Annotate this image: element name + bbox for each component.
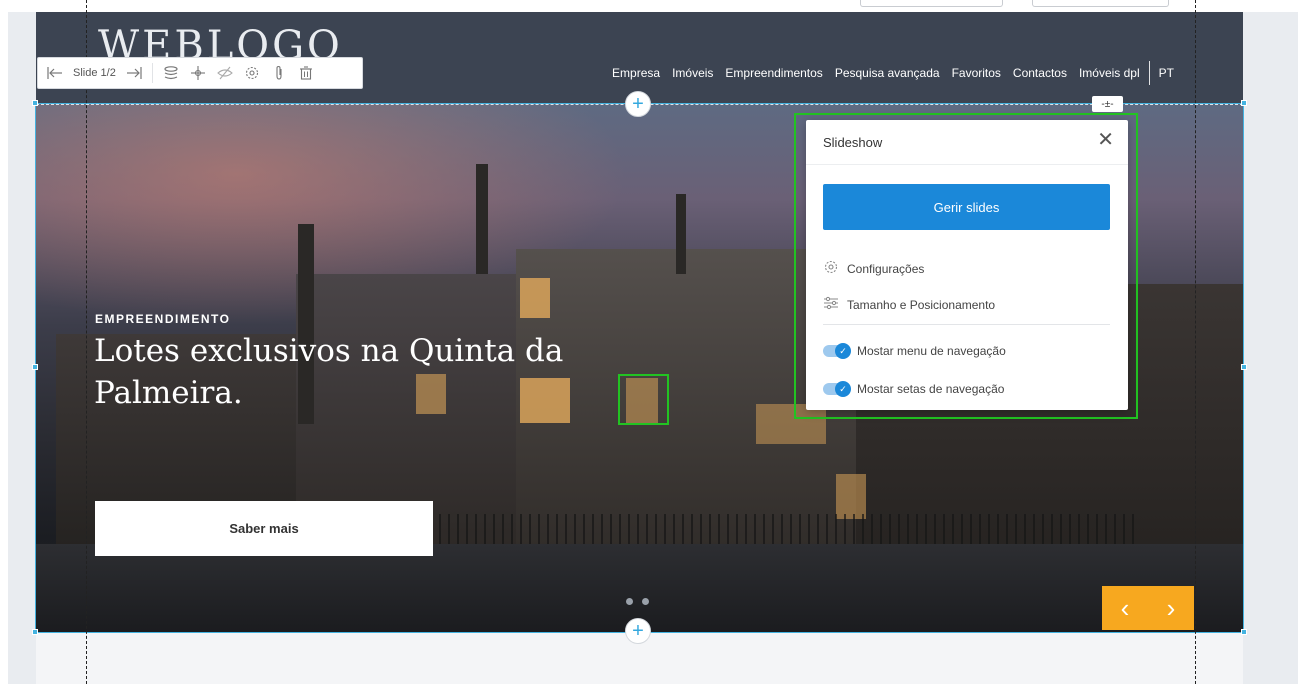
height-adjust-button[interactable]: -±- [1092, 96, 1123, 112]
check-icon: ✓ [835, 343, 851, 359]
panel-divider [823, 324, 1110, 325]
tamanho-posicionamento-label: Tamanho e Posicionamento [847, 297, 996, 312]
editor-field-2[interactable] [1032, 0, 1169, 7]
trash-icon[interactable] [297, 64, 315, 82]
nav-item-imoveis[interactable]: Imóveis [672, 66, 713, 80]
configuracoes-option[interactable]: Configurações [823, 259, 924, 278]
resize-handle[interactable] [1241, 100, 1247, 106]
nav-item-contactos[interactable]: Contactos [1013, 66, 1067, 80]
resize-handle[interactable] [1241, 629, 1247, 635]
slide-arrows: ‹ › [1102, 586, 1194, 630]
next-slide-button[interactable]: › [1167, 593, 1176, 624]
highlight-box-small [618, 374, 669, 425]
resize-handle[interactable] [1241, 364, 1247, 370]
nav-item-imoveis-dpl[interactable]: Imóveis dpl [1079, 66, 1140, 80]
arrows-navigation-toggle[interactable]: ✓ [823, 381, 851, 397]
tamanho-posicionamento-option[interactable]: Tamanho e Posicionamento [823, 295, 995, 314]
arrow-left-icon[interactable] [46, 64, 64, 82]
move-icon[interactable] [189, 64, 207, 82]
prev-slide-button[interactable]: ‹ [1121, 593, 1130, 624]
language-selector[interactable]: PT [1159, 66, 1174, 80]
toggle-row-menu: ✓ Mostar menu de navegação [823, 343, 1006, 359]
slide-counter: Slide 1/2 [73, 67, 116, 79]
resize-handle[interactable] [32, 629, 38, 635]
close-icon[interactable]: ✕ [1097, 130, 1114, 150]
palm-tree [676, 194, 686, 274]
hero-eyebrow: EMPREENDIMENTO [95, 312, 231, 326]
gerir-slides-button[interactable]: Gerir slides [823, 184, 1110, 230]
sliders-icon [823, 295, 839, 314]
pagination-dot[interactable] [626, 598, 633, 605]
column-guide [86, 0, 87, 684]
editor-field-1[interactable] [860, 0, 1003, 7]
panel-divider [806, 164, 1128, 165]
arrows-navigation-label: Mostar setas de navegação [857, 382, 1005, 396]
lit-window [520, 278, 550, 318]
toggle-row-arrows: ✓ Mostar setas de navegação [823, 381, 1005, 397]
slideshow-panel: Slideshow ✕ Gerir slides Configurações T… [806, 120, 1128, 410]
main-nav: Empresa Imóveis Empreendimentos Pesquisa… [612, 61, 1174, 85]
toolbar-separator [151, 63, 153, 83]
nav-item-favoritos[interactable]: Favoritos [952, 66, 1001, 80]
configuracoes-label: Configurações [847, 261, 925, 276]
lit-window [836, 474, 866, 519]
slide-toolbar: Slide 1/2 [37, 57, 363, 89]
slide-pagination [626, 598, 649, 605]
gear-icon [823, 259, 839, 278]
add-section-button[interactable]: + [625, 91, 651, 117]
add-section-button[interactable]: + [625, 618, 651, 644]
attachment-icon[interactable] [270, 64, 288, 82]
nav-separator [1148, 61, 1150, 85]
settings-icon[interactable] [243, 64, 261, 82]
panel-title: Slideshow [823, 135, 883, 150]
menu-navigation-label: Mostar menu de navegação [857, 344, 1006, 358]
nav-item-empresa[interactable]: Empresa [612, 66, 660, 80]
arrow-right-icon[interactable] [125, 64, 143, 82]
check-icon: ✓ [835, 381, 851, 397]
menu-navigation-toggle[interactable]: ✓ [823, 343, 851, 359]
nav-item-empreendimentos[interactable]: Empreendimentos [725, 66, 822, 80]
palm-tree [476, 164, 488, 274]
resize-handle[interactable] [32, 100, 38, 106]
column-guide [1195, 0, 1196, 684]
resize-handle[interactable] [32, 364, 38, 370]
hide-icon[interactable] [216, 64, 234, 82]
hero-headline: Lotes exclusivos na Quinta da Palmeira. [94, 333, 564, 411]
layers-icon[interactable] [162, 64, 180, 82]
nav-item-pesquisa-avancada[interactable]: Pesquisa avançada [835, 66, 940, 80]
pagination-dot[interactable] [642, 598, 649, 605]
saber-mais-button[interactable]: Saber mais [95, 501, 433, 556]
